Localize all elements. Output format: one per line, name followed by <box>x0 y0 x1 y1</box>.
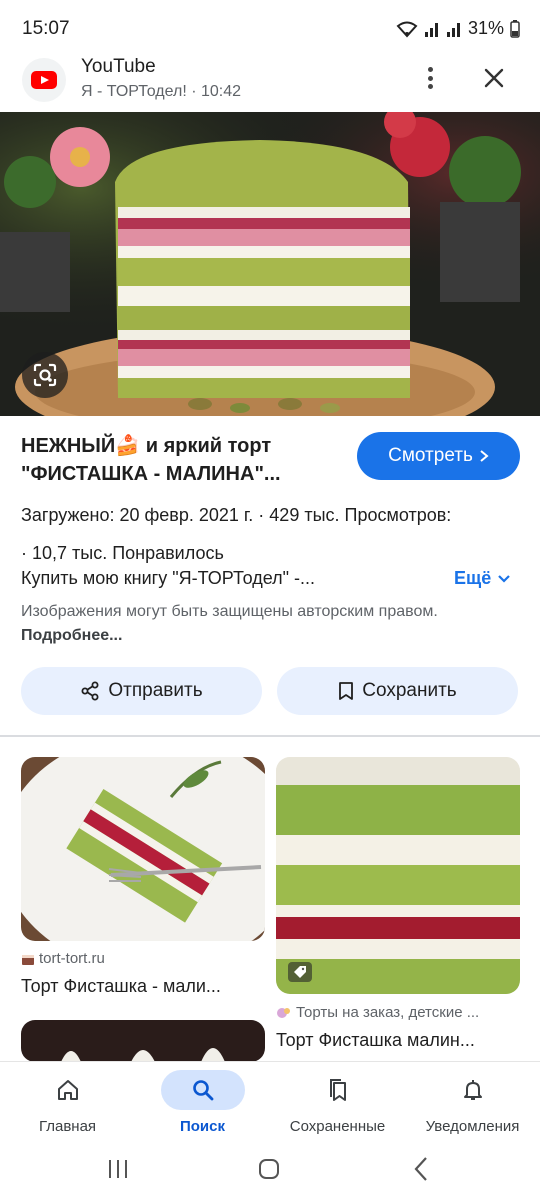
result-title[interactable]: НЕЖНЫЙ🍰 и яркий торт "ФИСТАШКА - МАЛИНА"… <box>21 432 341 488</box>
card-1-source: tort-tort.ru <box>21 950 105 967</box>
home-system-icon[interactable] <box>257 1157 281 1181</box>
status-time: 15:07 <box>22 18 70 39</box>
more-label: Ещё <box>454 568 492 588</box>
watch-label: Смотреть <box>388 445 473 466</box>
nav-home[interactable]: Главная <box>0 1062 135 1150</box>
nav-search-label: Поиск <box>179 1118 225 1135</box>
card-2-source-text: Торты на заказ, детские ... <box>296 1004 480 1021</box>
card-1-title[interactable]: Торт Фисташка - мали... <box>21 976 221 997</box>
nav-saved-icon-wrap <box>296 1070 380 1110</box>
signal-icon <box>424 22 438 37</box>
battery-icon <box>510 19 520 38</box>
expand-more-button[interactable]: Ещё <box>454 568 511 589</box>
bookmarks-icon <box>329 1079 346 1101</box>
close-icon[interactable] <box>482 66 506 90</box>
cake-dark-photo <box>21 1020 265 1062</box>
meta-likes: · 10,7 тыс. Понравилось <box>21 543 224 563</box>
related-image-2[interactable] <box>276 757 520 994</box>
system-navigation-bar <box>0 1150 540 1200</box>
copyright-text: Изображения могут быть защищены авторски… <box>21 603 438 620</box>
watch-button[interactable]: Смотреть <box>357 432 520 480</box>
nav-home-icon-wrap <box>26 1070 110 1110</box>
wifi-icon <box>396 21 418 37</box>
copyright-notice: Изображения могут быть защищены авторски… <box>21 600 441 648</box>
status-icons: 31% <box>396 18 520 39</box>
result-meta: Загружено: 20 февр. 2021 г. · 429 тыс. П… <box>21 496 526 572</box>
recent-apps-icon[interactable] <box>106 1158 130 1180</box>
site-favicon-icon <box>22 954 34 965</box>
share-button[interactable]: Отправить <box>21 667 262 715</box>
cake-photo <box>0 112 540 416</box>
cake-plate-photo <box>21 757 265 941</box>
bookmark-icon <box>339 682 354 700</box>
nav-search-icon-wrap <box>160 1070 245 1110</box>
share-icon <box>81 681 99 701</box>
product-tag-icon <box>288 962 312 982</box>
back-icon[interactable] <box>412 1156 430 1182</box>
chevron-right-icon <box>480 450 489 462</box>
title-line-1: НЕЖНЫЙ🍰 и яркий торт <box>21 435 272 457</box>
bottom-navigation: Главная Поиск Сохраненные Уведомления <box>0 1062 540 1150</box>
save-button[interactable]: Сохранить <box>277 667 518 715</box>
related-image-1[interactable] <box>21 757 265 941</box>
source-header: YouTube Я - ТОРТодел! · 10:42 <box>0 56 540 112</box>
more-options-icon[interactable] <box>418 64 442 92</box>
signal-icon-2 <box>446 22 460 37</box>
meta-upload-views: Загружено: 20 февр. 2021 г. · 429 тыс. П… <box>21 505 452 525</box>
result-image[interactable] <box>0 112 540 416</box>
home-icon <box>57 1080 78 1100</box>
status-bar: 15:07 31% <box>0 0 540 56</box>
site-favicon-icon <box>277 1007 290 1018</box>
learn-more-link[interactable]: Подробнее... <box>21 627 122 644</box>
card-2-source: Торты на заказ, детские ... <box>276 1004 479 1021</box>
source-name[interactable]: YouTube <box>81 56 156 78</box>
title-line-2: "ФИСТАШКА - МАЛИНА"... <box>21 463 281 485</box>
save-label: Сохранить <box>362 680 457 701</box>
nav-search[interactable]: Поиск <box>135 1062 270 1150</box>
source-subtitle: Я - ТОРТодел! · 10:42 <box>81 83 242 100</box>
nav-notifications-label: Уведомления <box>425 1118 520 1135</box>
google-lens-button[interactable] <box>22 352 68 398</box>
nav-saved[interactable]: Сохраненные <box>270 1062 405 1150</box>
result-description: Купить мою книгу "Я-ТОРТодел" -... <box>21 568 316 588</box>
lens-icon <box>33 363 57 387</box>
section-divider <box>0 735 540 737</box>
related-image-3[interactable] <box>21 1020 265 1062</box>
search-icon <box>192 1080 213 1101</box>
share-label: Отправить <box>108 680 203 701</box>
nav-home-label: Главная <box>38 1118 97 1135</box>
nav-notifications-icon-wrap <box>431 1070 515 1110</box>
bell-icon <box>463 1080 482 1100</box>
cake-closeup-photo <box>276 757 520 994</box>
card-1-source-text: tort-tort.ru <box>39 950 105 967</box>
battery-percent: 31% <box>467 18 504 38</box>
nav-notifications[interactable]: Уведомления <box>405 1062 540 1150</box>
nav-saved-label: Сохраненные <box>289 1118 386 1135</box>
card-2-title[interactable]: Торт Фисташка малин... <box>276 1030 475 1051</box>
youtube-logo-icon <box>22 58 66 102</box>
chevron-down-icon <box>498 574 510 583</box>
